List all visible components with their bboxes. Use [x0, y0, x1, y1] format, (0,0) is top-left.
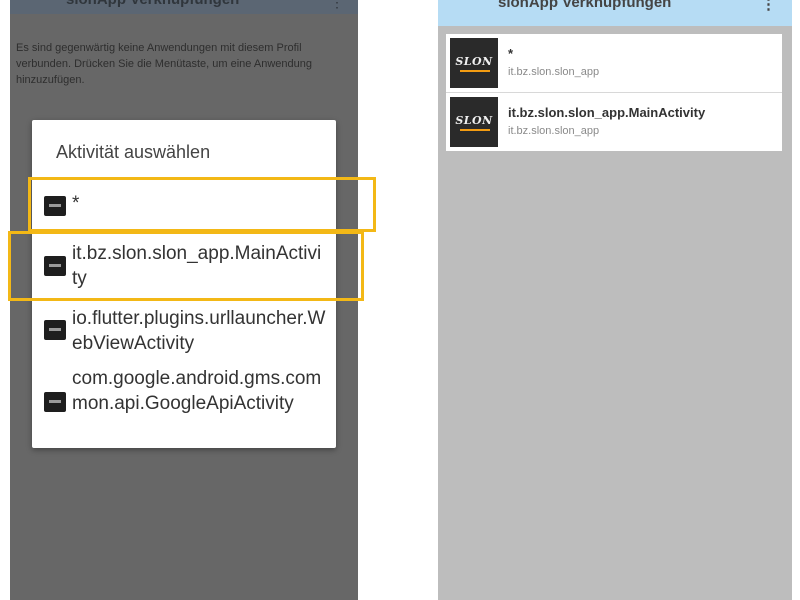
shortcut-item-main-activity[interactable]: SLON it.bz.slon.slon_app.MainActivity it… — [446, 93, 782, 151]
logo-swoosh — [460, 70, 490, 72]
activity-option-googleapi-activity[interactable]: com.google.android.gms.common.api.Google… — [32, 364, 336, 444]
shortcut-package: it.bz.slon.slon_app — [508, 125, 600, 137]
left-app-bar: slonApp Verknüpfungen ⋮ — [10, 0, 358, 14]
slon-logo-icon: SLON — [450, 38, 498, 88]
right-app-bar: slonApp Verknüpfungen ⋮ — [438, 0, 792, 26]
app-icon — [44, 320, 66, 340]
left-app-title: slonApp Verknüpfungen — [66, 0, 306, 8]
shortcut-title: * — [508, 46, 514, 61]
shortcut-package: it.bz.slon.slon_app — [508, 66, 600, 78]
highlight-wildcard-option — [28, 177, 376, 232]
shortcut-item-wildcard[interactable]: SLON * it.bz.slon.slon_app — [446, 34, 782, 93]
dialog-title: Aktivität auswählen — [56, 142, 211, 162]
activity-option-label: io.flutter.plugins.urllauncher.WebViewAc… — [72, 308, 326, 354]
logo-swoosh — [460, 129, 490, 131]
slon-logo-icon: SLON — [450, 97, 498, 147]
empty-profile-message: Es sind gegenwärtig keine Anwendungen mi… — [16, 42, 312, 86]
more-options-icon[interactable]: ⋮ — [761, 0, 776, 13]
more-options-icon[interactable]: ⋮ — [330, 0, 344, 11]
app-icon — [44, 392, 66, 412]
activity-option-webview-activity[interactable]: io.flutter.plugins.urllauncher.WebViewAc… — [32, 304, 336, 362]
shortcut-list: SLON * it.bz.slon.slon_app SLON it.bz.sl… — [446, 34, 782, 151]
right-phone-screen: slonApp Verknüpfungen ⋮ SLON * it.bz.slo… — [438, 0, 792, 600]
activity-option-label: com.google.android.gms.common.api.Google… — [72, 368, 322, 414]
highlight-main-activity-option — [8, 231, 364, 301]
right-app-title: slonApp Verknüpfungen — [498, 0, 672, 11]
shortcut-title: it.bz.slon.slon_app.MainActivity — [508, 105, 706, 120]
